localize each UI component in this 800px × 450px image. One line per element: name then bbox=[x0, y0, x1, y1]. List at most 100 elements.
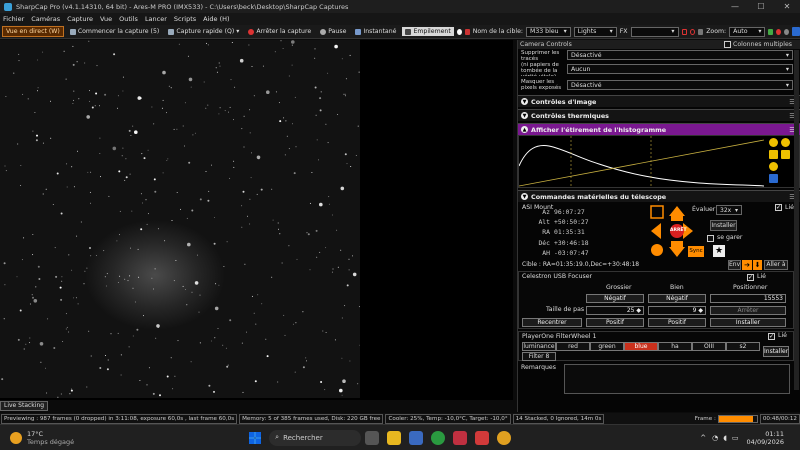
chrome-icon[interactable] bbox=[497, 430, 512, 445]
south-arrow[interactable] bbox=[669, 247, 685, 257]
mask-pixels-select[interactable]: Désactivé ▾ bbox=[567, 80, 793, 90]
coarse-negative-button[interactable]: Négatif bbox=[586, 294, 644, 303]
sharpcap-icon[interactable] bbox=[453, 430, 468, 445]
menu-tools[interactable]: Outils bbox=[119, 15, 138, 23]
focuser-linked-checkbox[interactable]: ✓ bbox=[747, 274, 754, 281]
live-stacking-tab[interactable]: Live Stacking bbox=[0, 401, 49, 411]
dark-select[interactable]: Aucun ▾ bbox=[567, 64, 793, 74]
focuser-install-button[interactable]: Installer bbox=[710, 318, 786, 327]
battery-icon[interactable]: ▭ bbox=[732, 434, 739, 442]
weather-icon[interactable] bbox=[10, 431, 22, 444]
env-button[interactable]: Env bbox=[728, 260, 741, 270]
filter-luminance[interactable]: luminance bbox=[522, 342, 556, 351]
mount-linked-checkbox[interactable]: ✓ bbox=[775, 203, 783, 211]
fx-select[interactable]: ▾ bbox=[630, 26, 679, 37]
tray-chevron-icon[interactable]: ^ bbox=[700, 434, 706, 442]
filterwheel-linked-checkbox[interactable]: ✓ bbox=[768, 333, 775, 340]
goto-button[interactable]: Aller à bbox=[764, 260, 788, 270]
coarse-positive-button[interactable]: Positif bbox=[586, 318, 644, 327]
clock[interactable]: 01:11 04/09/2026 bbox=[747, 430, 784, 446]
coarse-step-input[interactable]: 25 ◆ bbox=[586, 306, 644, 315]
color-icon[interactable] bbox=[776, 28, 782, 35]
west-arrow[interactable] bbox=[651, 223, 661, 239]
satellite-trails-select[interactable]: Désactivé ▾ bbox=[567, 50, 793, 60]
target-name-input[interactable]: M33 bleu ▾ bbox=[526, 26, 571, 37]
zoom-select[interactable]: Auto ▾ bbox=[729, 26, 766, 37]
mount-install-button[interactable]: Installer bbox=[710, 220, 737, 231]
reset-icon[interactable] bbox=[769, 150, 778, 159]
app-green-icon[interactable] bbox=[431, 430, 446, 445]
target-icon[interactable] bbox=[681, 28, 687, 35]
menu-launch[interactable]: Lancer bbox=[145, 15, 167, 23]
histogram-section[interactable]: ▲ Afficher l'étirement de l'histogramme ☰ bbox=[518, 123, 800, 135]
menu-help[interactable]: Aide (H) bbox=[203, 15, 229, 23]
menu-scripts[interactable]: Scripts bbox=[174, 15, 196, 23]
filter-ha[interactable]: ha bbox=[658, 342, 692, 351]
image-viewport[interactable] bbox=[0, 40, 513, 400]
filter-blue[interactable]: blue bbox=[624, 342, 658, 351]
pen-icon[interactable] bbox=[792, 27, 800, 36]
save-icon[interactable] bbox=[769, 174, 778, 183]
menu-file[interactable]: Fichier bbox=[3, 15, 24, 23]
focuser-stop-button[interactable]: Arrêter bbox=[710, 306, 786, 315]
north-arrow[interactable] bbox=[669, 206, 685, 216]
menu-view[interactable]: Vue bbox=[100, 15, 112, 23]
crosshair-icon[interactable] bbox=[689, 28, 696, 35]
position-input[interactable]: 15553 bbox=[710, 294, 786, 303]
stretch-icon[interactable] bbox=[781, 150, 790, 159]
telescope-section[interactable]: ▼ Commandes matérielles du télescope ☰ bbox=[518, 190, 800, 202]
filter-green[interactable]: green bbox=[590, 342, 624, 351]
file-explorer-icon[interactable] bbox=[387, 430, 402, 445]
star-button[interactable]: ★ bbox=[713, 245, 725, 257]
stacking-button[interactable]: Empilement bbox=[402, 27, 454, 36]
histogram-icon[interactable] bbox=[768, 28, 774, 35]
settings-icon[interactable] bbox=[784, 28, 790, 35]
fine-negative-button[interactable]: Négatif bbox=[648, 294, 706, 303]
info-icon[interactable] bbox=[769, 138, 778, 147]
store-icon[interactable] bbox=[409, 430, 424, 445]
refresh-icon[interactable] bbox=[769, 162, 778, 171]
thermal-controls-section[interactable]: ▼ Contrôles thermiques ☰ bbox=[518, 109, 800, 121]
filter-red[interactable]: red bbox=[556, 342, 590, 351]
recenter-button[interactable]: Recentrer bbox=[522, 318, 582, 327]
slew-rate-select[interactable]: 32x ▾ bbox=[716, 205, 742, 215]
park-checkbox[interactable] bbox=[707, 235, 714, 242]
volume-icon[interactable]: ◖ bbox=[723, 434, 727, 442]
frame-type-select[interactable]: Lights ▾ bbox=[573, 26, 617, 37]
filter-8[interactable]: Filter 8 bbox=[522, 352, 556, 361]
multi-columns-checkbox[interactable] bbox=[724, 41, 732, 48]
sync-button[interactable]: Sync bbox=[688, 246, 704, 257]
windows-start-icon[interactable] bbox=[249, 431, 262, 444]
arrow-right-icon[interactable]: ➔ bbox=[742, 260, 752, 270]
weather-widget[interactable]: 17°C Temps dégagé bbox=[27, 430, 74, 446]
close-button[interactable]: ✕ bbox=[774, 2, 800, 11]
wifi-icon[interactable]: ◔ bbox=[712, 434, 718, 442]
filterwheel-install-button[interactable]: Installer bbox=[763, 346, 789, 357]
quick-capture-button[interactable]: Capture rapide (Q) ▾ bbox=[165, 27, 242, 36]
search-box[interactable]: ⌕ Rechercher bbox=[269, 429, 362, 446]
grid-icon[interactable] bbox=[698, 28, 704, 35]
record-icon[interactable] bbox=[456, 28, 462, 35]
maximize-button[interactable]: ☐ bbox=[748, 2, 774, 11]
minimize-button[interactable]: — bbox=[722, 2, 748, 11]
flag-icon[interactable] bbox=[464, 28, 470, 35]
snapshot-button[interactable]: Instantané bbox=[352, 27, 399, 36]
home-icon[interactable] bbox=[650, 205, 664, 219]
remarks-input[interactable] bbox=[564, 364, 790, 394]
task-view-icon[interactable] bbox=[365, 430, 380, 445]
menu-capture[interactable]: Capture bbox=[67, 15, 93, 23]
fine-positive-button[interactable]: Positif bbox=[648, 318, 706, 327]
filter-oiii[interactable]: OIII bbox=[692, 342, 726, 351]
stop-capture-button[interactable]: Arrêter la capture bbox=[245, 27, 314, 36]
lightning-icon[interactable] bbox=[781, 138, 790, 147]
panel-scrollbar[interactable] bbox=[794, 50, 799, 390]
image-controls-section[interactable]: ▼ Contrôles d'image ☰ bbox=[518, 95, 800, 107]
histogram-chart[interactable] bbox=[518, 135, 800, 188]
arrow-down-icon[interactable]: ⬇ bbox=[753, 260, 762, 270]
fine-step-input[interactable]: 9 ◆ bbox=[648, 306, 706, 315]
start-capture-button[interactable]: Commencer la capture (5) bbox=[67, 27, 163, 36]
pause-button[interactable]: Pause bbox=[317, 27, 349, 36]
live-view-button[interactable]: Vue en direct (W) bbox=[2, 26, 64, 37]
app-red-icon[interactable] bbox=[475, 430, 490, 445]
crosshair-icon[interactable] bbox=[651, 244, 663, 256]
